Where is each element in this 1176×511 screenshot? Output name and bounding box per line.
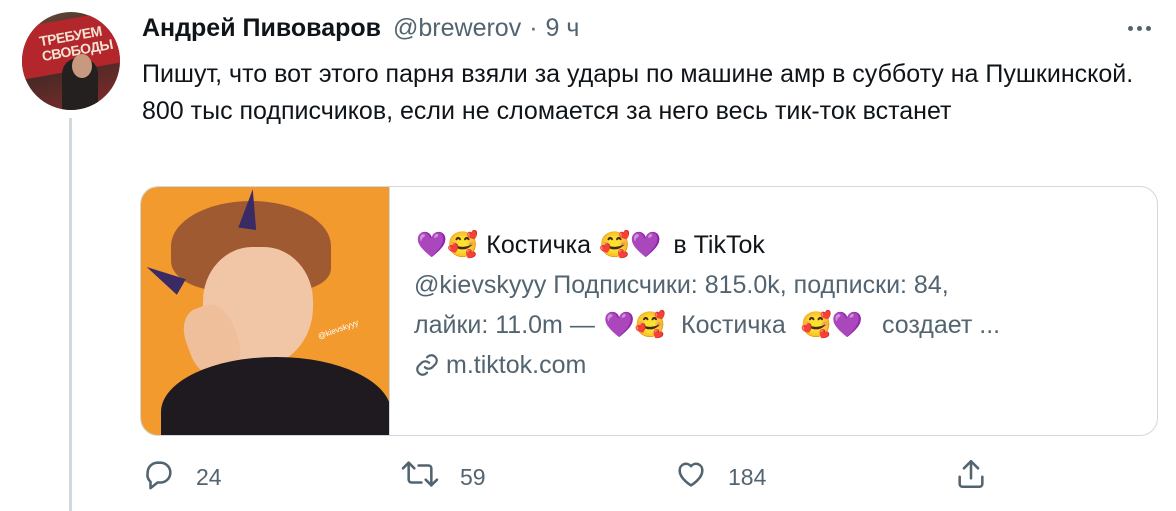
reply-count: 24 [196,463,222,490]
card-desc-end: создает ... [881,311,1001,339]
card-link[interactable]: m.tiktok.com [414,345,1157,385]
thread-line [69,118,72,511]
thumbnail-watermark: @kievskyyy [316,318,360,341]
retweet-button[interactable]: 59 [400,455,486,499]
retweet-icon [400,457,440,497]
heart-icon [674,457,708,497]
card-title-suffix-emoji: 🥰💜 [599,231,662,259]
card-desc-emoji1: 💜🥰 [603,311,667,339]
header-separator: · [529,14,538,42]
link-icon [414,352,440,378]
tweet-timestamp[interactable]: 9 ч [546,14,580,43]
more-options-icon[interactable] [1122,14,1156,42]
share-icon [954,457,988,497]
reply-button[interactable]: 24 [142,455,222,499]
link-preview-card[interactable]: @kievskyyy 💜🥰 Костичка 🥰💜 в TikTok @kiev… [140,186,1158,436]
like-button[interactable]: 184 [674,455,766,499]
like-count: 184 [728,463,767,490]
card-title-name: Костичка [486,231,592,259]
card-desc-name: Костичка [681,311,786,339]
tweet-text: Пишут, что вот этого парня взяли за удар… [142,60,1134,125]
author-avatar[interactable]: ТРЕБУЕМ СВОБОДЫ [22,12,120,110]
card-description-line2: лайки: 11.0m — 💜🥰 Костичка 🥰💜 создает ..… [414,305,1157,345]
share-button[interactable] [954,455,988,499]
card-body: 💜🥰 Костичка 🥰💜 в TikTok @kievskyyy Подпи… [390,187,1157,435]
card-desc-start: лайки: 11.0m — [414,311,595,339]
card-title-prefix-emoji: 💜🥰 [416,231,479,259]
card-link-domain: m.tiktok.com [446,351,587,379]
reply-icon [142,457,176,497]
retweet-count: 59 [460,463,486,490]
card-title: 💜🥰 Костичка 🥰💜 в TikTok [414,225,1157,265]
card-thumbnail: @kievskyyy [141,187,390,435]
avatar-person-head [72,54,92,78]
card-title-platform: в TikTok [673,231,765,259]
card-description-line1: @kievskyyy Подписчики: 815.0k, подписки:… [414,271,949,299]
author-handle[interactable]: @brewerov [393,14,521,43]
tweet-actions-bar: 24 59 184 [142,455,1002,499]
tweet-header: Андрей Пивоваров @brewerov · 9 ч [142,14,579,50]
card-desc-emoji2: 🥰💜 [800,311,864,339]
author-name[interactable]: Андрей Пивоваров [142,14,381,43]
